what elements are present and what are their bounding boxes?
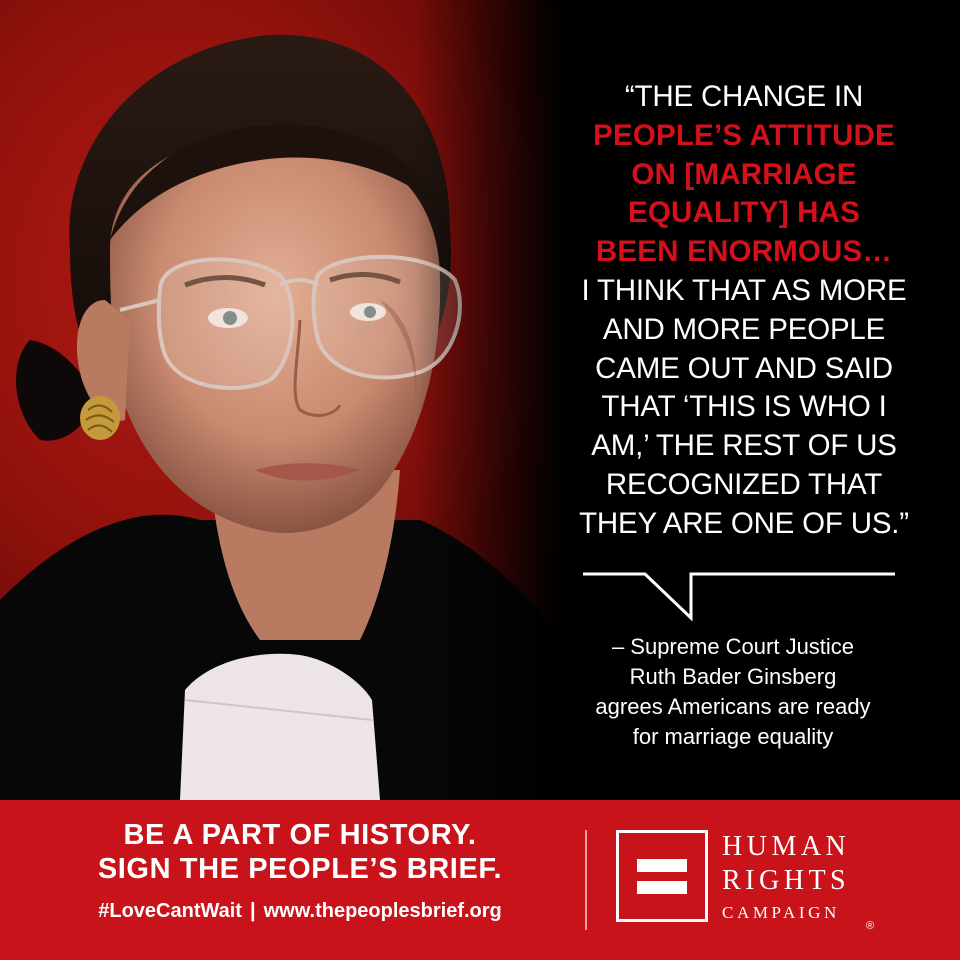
attribution-line: Ruth Bader Ginsberg <box>629 664 837 689</box>
quote-line: “THE CHANGE IN <box>624 80 864 113</box>
cta-text: BE A PART OF HISTORY. SIGN THE PEOPLE’S … <box>0 818 600 924</box>
subline-separator: | <box>249 900 256 922</box>
wordmark-rights: RIGHTS <box>722 865 851 896</box>
website-link[interactable]: www.thepeoplesbrief.org <box>264 900 502 922</box>
quote-line: AND MORE PEOPLE <box>602 312 886 346</box>
poster-main: “THE CHANGE IN PEOPLE’S ATTITUDE ON [MARRI… <box>0 0 960 800</box>
quote-line: I THINK THAT AS MORE <box>581 273 907 307</box>
portrait-illustration <box>0 34 575 800</box>
cta-headline-1: BE A PART OF HISTORY. <box>123 819 477 851</box>
attribution-line: agrees Americans are ready <box>595 694 871 719</box>
equal-sign-icon <box>616 830 708 922</box>
quote-attribution: – Supreme Court Justice Ruth Bader Ginsbe… <box>568 632 898 752</box>
cta-headline-2: SIGN THE PEOPLE’S BRIEF. <box>97 853 503 885</box>
earring <box>80 396 120 440</box>
glasses-right-lens <box>311 254 462 380</box>
quote-line-highlighted: EQUALITY] HAS <box>627 196 861 230</box>
organization-wordmark: HUMAN RIGHTS CAMPAIGN <box>722 830 850 928</box>
equal-sign-bar-top <box>637 859 687 872</box>
call-to-action-banner: BE A PART OF HISTORY. SIGN THE PEOPLE’S … <box>0 800 960 960</box>
quote-line: AM,’ THE REST OF US <box>591 429 897 463</box>
quote-line: RECOGNIZED THAT <box>605 467 883 501</box>
speech-bubble-pointer-icon <box>583 572 895 622</box>
equal-sign-bar-bottom <box>637 881 687 894</box>
banner-divider <box>585 830 587 930</box>
attribution-line: for marriage equality <box>632 724 834 749</box>
hashtag-link[interactable]: #LoveCantWait <box>98 900 242 922</box>
quote-text: “THE CHANGE IN PEOPLE’S ATTITUDE ON [MARRI… <box>568 78 920 544</box>
quote-line-highlighted: BEEN ENORMOUS… <box>595 235 893 269</box>
wordmark-campaign: CAMPAIGN <box>722 903 840 922</box>
portrait-photo <box>0 0 575 800</box>
registered-mark: ® <box>866 920 875 932</box>
attribution-line: – Supreme Court Justice <box>611 634 855 659</box>
quote-line: CAME OUT AND SAID <box>595 351 893 385</box>
wordmark-human: HUMAN <box>722 831 851 862</box>
quote-line: THEY ARE ONE OF US.” <box>579 506 909 540</box>
cta-subline: #LoveCantWait | www.thepeoplesbrief.org <box>0 898 600 924</box>
glasses-left-lens <box>156 257 295 390</box>
quote-line-highlighted: ON [MARRIAGE <box>631 157 857 191</box>
quote-line-highlighted: PEOPLE’S ATTITUDE <box>593 118 895 152</box>
quote-line: THAT ‘THIS IS WHO I <box>601 390 887 424</box>
